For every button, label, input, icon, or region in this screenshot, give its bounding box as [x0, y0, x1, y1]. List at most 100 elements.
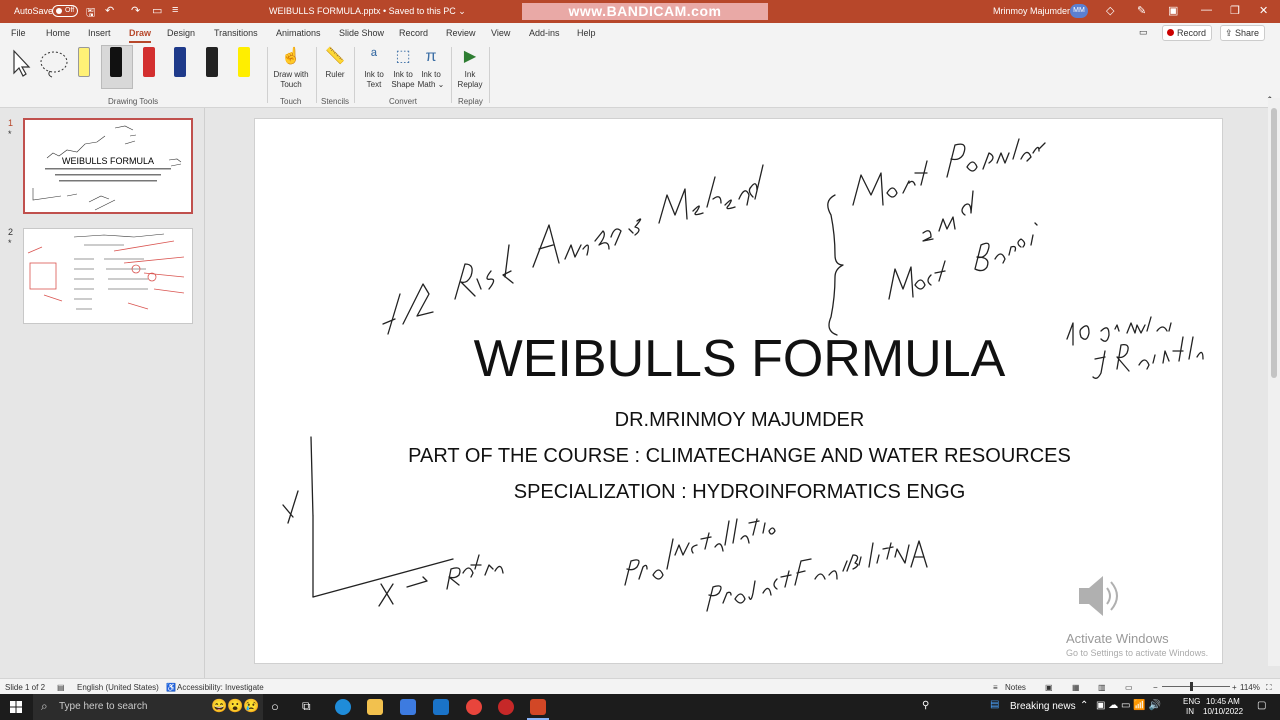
zoom-slider[interactable]: [1162, 686, 1230, 687]
language-indicator[interactable]: English (United States): [77, 683, 159, 692]
accessibility-icon: ♿: [166, 683, 176, 692]
ink-to-shape-button[interactable]: ⬚ Ink to Shape: [389, 47, 417, 90]
ink-to-text-button[interactable]: ª Ink to Text: [360, 47, 388, 90]
comments-icon[interactable]: ▭: [1139, 27, 1148, 38]
ink-to-text-label-1: Ink to: [364, 70, 384, 79]
news-widget[interactable]: Breaking news: [1010, 701, 1076, 712]
slide-thumbnail-2[interactable]: [23, 228, 193, 324]
tab-draw[interactable]: Draw: [129, 28, 152, 43]
cortana-icon[interactable]: ○: [271, 699, 279, 714]
slide-title[interactable]: WEIBULLS FORMULA: [255, 329, 1224, 389]
normal-view-icon[interactable]: ▣: [1045, 683, 1053, 692]
windows-start-icon[interactable]: [10, 701, 22, 713]
news-icon: ▤: [990, 699, 1000, 710]
vertical-scrollbar[interactable]: [1268, 98, 1280, 666]
blue-pen-icon[interactable]: [174, 47, 186, 77]
tab-record[interactable]: Record: [399, 28, 428, 38]
drawing-tools-label: Drawing Tools: [108, 97, 159, 106]
slideshow-icon[interactable]: ▭: [1125, 683, 1133, 692]
audio-speaker-icon[interactable]: [1075, 574, 1125, 620]
ink-to-shape-label-2: Shape: [391, 80, 415, 89]
accessibility-status[interactable]: Accessibility: Investigate: [177, 683, 264, 692]
ribbon-display-icon[interactable]: ▣: [1168, 4, 1178, 17]
slide-course[interactable]: PART OF THE COURSE : CLIMATECHANGE AND W…: [255, 445, 1224, 468]
diamond-icon[interactable]: ◇: [1106, 4, 1114, 17]
customize-qat-icon[interactable]: ≡: [172, 4, 178, 16]
input-region[interactable]: IN: [1186, 707, 1194, 716]
powerpoint-icon[interactable]: [530, 699, 546, 715]
fit-slide-icon[interactable]: ⛶: [1266, 683, 1272, 693]
ink-to-math-label-1: Ink to: [421, 70, 441, 79]
bandicam-icon[interactable]: [498, 699, 514, 715]
ruler-button[interactable]: 📏 Ruler: [322, 47, 348, 80]
zoom-in-icon[interactable]: +: [1232, 683, 1237, 692]
tab-file[interactable]: File: [11, 28, 26, 38]
share-button[interactable]: ⇪ Share: [1220, 25, 1265, 41]
task-view-icon[interactable]: ⧉: [302, 699, 311, 714]
scroll-thumb[interactable]: [1271, 108, 1277, 378]
slide-specialization[interactable]: SPECIALIZATION : HYDROINFORMATICS ENGG: [255, 481, 1224, 504]
tab-insert[interactable]: Insert: [88, 28, 111, 38]
ink-replay-button[interactable]: ▶ Ink Replay: [456, 47, 484, 90]
tab-view[interactable]: View: [491, 28, 510, 38]
black-pen-icon[interactable]: [110, 47, 122, 77]
zoom-out-icon[interactable]: −: [1153, 683, 1158, 692]
draw-with-touch-button[interactable]: ☝ Draw with Touch: [272, 47, 310, 90]
highlighter-icon[interactable]: [238, 47, 250, 77]
ribbon-tabs: File Home Insert Draw Design Transitions…: [0, 23, 1280, 43]
store-icon[interactable]: [400, 699, 416, 715]
zoom-slider-thumb[interactable]: [1190, 682, 1193, 691]
pencil-icon[interactable]: [78, 47, 90, 77]
slide-thumbnail-1[interactable]: WEIBULLS FORMULA: [23, 118, 193, 214]
present-icon[interactable]: ▭: [152, 4, 162, 17]
zoom-level[interactable]: 114%: [1240, 683, 1260, 692]
taskbar-search[interactable]: ⌕ Type here to search 😄😮😢: [33, 694, 263, 720]
close-icon[interactable]: ✕: [1259, 4, 1268, 17]
save-icon[interactable]: 🖫: [86, 4, 95, 23]
undo-icon[interactable]: ↶: [105, 4, 114, 17]
mail-icon[interactable]: [433, 699, 449, 715]
slide-canvas[interactable]: WEIBULLS FORMULA DR.MRINMOY MAJUMDER PAR…: [254, 118, 1223, 664]
people-icon[interactable]: ⚲: [922, 700, 929, 711]
slide-sorter-icon[interactable]: ▦: [1072, 683, 1080, 692]
tab-home[interactable]: Home: [46, 28, 70, 38]
slide-1-animation-mark: *: [8, 129, 12, 139]
pen-icon[interactable]: ✎: [1137, 4, 1146, 17]
tab-animations[interactable]: Animations: [276, 28, 321, 38]
edge-icon[interactable]: [335, 699, 351, 715]
user-name[interactable]: Mrinmoy Majumder: [993, 6, 1070, 16]
draw-ribbon: Drawing Tools ☝ Draw with Touch Touch 📏 …: [0, 43, 1280, 108]
slide-author[interactable]: DR.MRINMOY MAJUMDER: [255, 409, 1224, 432]
tab-design[interactable]: Design: [167, 28, 195, 38]
spell-check-icon[interactable]: ▤: [57, 683, 65, 692]
document-title[interactable]: WEIBULLS FORMULA.pptx • Saved to this PC…: [269, 6, 466, 17]
avatar[interactable]: MM: [1070, 4, 1088, 18]
reading-view-icon[interactable]: ▥: [1098, 683, 1106, 692]
ink-to-math-button[interactable]: π Ink to Math ⌄: [416, 47, 446, 90]
notes-button[interactable]: Notes: [1005, 683, 1026, 692]
tray-icons[interactable]: ▣ ☁ ▭ 📶 🔊: [1096, 700, 1161, 711]
autosave-toggle[interactable]: Off: [52, 5, 78, 17]
dark-pen-icon[interactable]: [206, 47, 218, 77]
draw-with-touch-label-2: Touch: [280, 80, 302, 89]
notifications-icon[interactable]: ▢: [1257, 700, 1266, 711]
select-cursor-icon[interactable]: [10, 49, 32, 77]
tab-slide-show[interactable]: Slide Show: [339, 28, 384, 38]
lasso-select-icon[interactable]: [38, 49, 70, 79]
restore-icon[interactable]: ❐: [1230, 4, 1240, 17]
show-hidden-icons[interactable]: ⌃: [1080, 700, 1088, 711]
clock-date[interactable]: 10/10/2022: [1203, 707, 1243, 716]
tab-add-ins[interactable]: Add-ins: [529, 28, 560, 38]
minimize-icon[interactable]: —: [1201, 4, 1212, 16]
tab-transitions[interactable]: Transitions: [214, 28, 258, 38]
record-button[interactable]: Record: [1162, 25, 1212, 41]
clock-time[interactable]: 10:45 AM: [1206, 697, 1240, 706]
red-pen-icon[interactable]: [143, 47, 155, 77]
redo-icon[interactable]: ↷: [131, 4, 140, 17]
chrome-icon[interactable]: [466, 699, 482, 715]
file-explorer-icon[interactable]: [367, 699, 383, 715]
input-language[interactable]: ENG: [1183, 697, 1200, 706]
ink-to-math-label-2: Math ⌄: [417, 80, 445, 89]
tab-review[interactable]: Review: [446, 28, 476, 38]
tab-help[interactable]: Help: [577, 28, 596, 38]
